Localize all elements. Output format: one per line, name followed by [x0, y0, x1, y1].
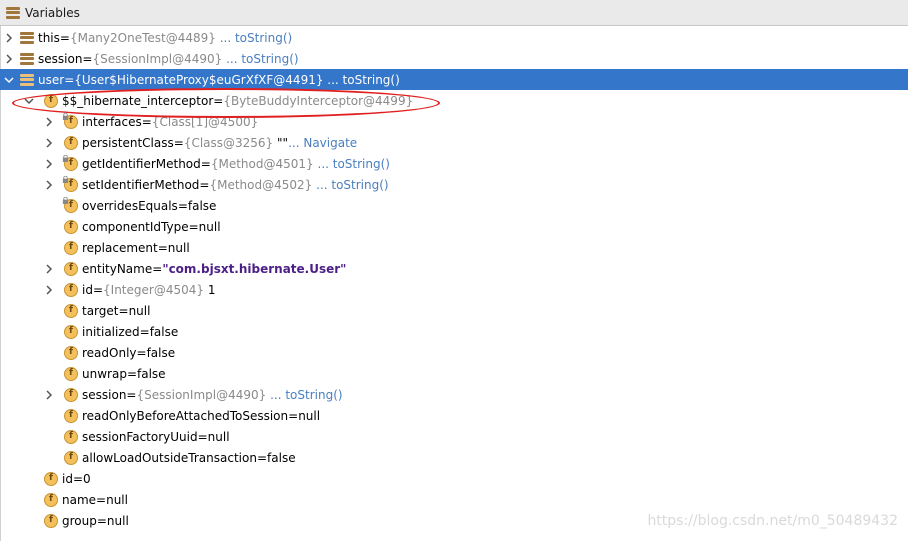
- field-icon: f: [64, 429, 78, 444]
- tostring-link[interactable]: ... toString(): [226, 52, 298, 66]
- lock-icon: [62, 196, 69, 204]
- tree-row-user-name[interactable]: f name = null: [0, 489, 908, 510]
- field-icon: f: [64, 450, 78, 465]
- tostring-link[interactable]: ... toString(): [316, 178, 388, 192]
- expand-arrow-icon[interactable]: [42, 279, 56, 300]
- tree-row-user-id[interactable]: f id = 0: [0, 468, 908, 489]
- watermark: https://blog.csdn.net/m0_50489432: [647, 513, 898, 529]
- tree-row-readonlybeforeattachedtosession[interactable]: f readOnlyBeforeAttachedToSession = null: [0, 405, 908, 426]
- tree-row-replacement[interactable]: f replacement = null: [0, 237, 908, 258]
- expand-arrow-icon[interactable]: [2, 48, 16, 69]
- tree-row-target[interactable]: f target = null: [0, 300, 908, 321]
- field-icon: f: [64, 366, 78, 381]
- field-icon: f: [64, 303, 78, 318]
- field-icon: f: [64, 345, 78, 360]
- variable-icon: [20, 52, 34, 66]
- tree-row-allowloadoutsidetransaction[interactable]: f allowLoadOutsideTransaction = false: [0, 447, 908, 468]
- tree-row-componentidtype[interactable]: f componentIdType = null: [0, 216, 908, 237]
- field-icon: f: [44, 471, 58, 486]
- field-icon: f: [62, 175, 78, 192]
- tree-row-user[interactable]: user = {User$HibernateProxy$euGrXfXF@449…: [0, 69, 908, 90]
- variables-icon: [6, 6, 20, 19]
- tostring-link[interactable]: ... toString(): [318, 157, 390, 171]
- expand-arrow-icon[interactable]: [42, 258, 56, 279]
- string-value: "com.bjsxt.hibernate.User": [162, 261, 347, 276]
- expand-arrow-icon[interactable]: [42, 132, 56, 153]
- collapse-arrow-icon[interactable]: [2, 69, 16, 90]
- field-icon: f: [64, 135, 78, 150]
- variables-panel-header: Variables: [0, 0, 908, 26]
- expand-arrow-icon[interactable]: [2, 27, 16, 48]
- lock-icon: [62, 175, 69, 183]
- var-type: {Many2OneTest@4489}: [69, 30, 216, 45]
- field-icon: f: [64, 219, 78, 234]
- lock-icon: [62, 112, 69, 120]
- field-icon: f: [64, 408, 78, 423]
- tree-row-interfaces[interactable]: f interfaces = {Class[1]@4500}: [0, 111, 908, 132]
- tostring-link[interactable]: ... toString(): [270, 388, 342, 402]
- expand-arrow-icon[interactable]: [42, 384, 56, 405]
- field-icon: f: [44, 492, 58, 507]
- expand-arrow-icon[interactable]: [42, 111, 56, 132]
- tree-row-entityname[interactable]: f entityName = "com.bjsxt.hibernate.User…: [0, 258, 908, 279]
- field-icon: f: [64, 387, 78, 402]
- tree-row-readonly[interactable]: f readOnly = false: [0, 342, 908, 363]
- field-icon: f: [44, 513, 58, 528]
- variable-icon: [20, 73, 34, 87]
- collapse-arrow-icon[interactable]: [22, 90, 36, 111]
- tree-row-sessionfactoryuuid[interactable]: f sessionFactoryUuid = null: [0, 426, 908, 447]
- tree-row-session[interactable]: session = {SessionImpl@4490} ... toStrin…: [0, 48, 908, 69]
- tree-row-setidentifiermethod[interactable]: f setIdentifierMethod = {Method@4502} ..…: [0, 174, 908, 195]
- field-icon: f: [64, 261, 78, 276]
- expand-arrow-icon[interactable]: [42, 174, 56, 195]
- tree-row-getidentifiermethod[interactable]: f getIdentifierMethod = {Method@4501} ..…: [0, 153, 908, 174]
- lock-icon: [62, 154, 69, 162]
- field-icon: f: [62, 112, 78, 129]
- field-icon: f: [62, 196, 78, 213]
- tree-row-unwrap[interactable]: f unwrap = false: [0, 363, 908, 384]
- field-icon: f: [64, 282, 78, 297]
- variable-icon: [20, 31, 34, 45]
- navigate-link[interactable]: ... Navigate: [288, 136, 357, 150]
- tree-row-overridesequals[interactable]: f overridesEquals = false: [0, 195, 908, 216]
- tree-row-id[interactable]: f id = {Integer@4504} 1: [0, 279, 908, 300]
- field-icon: f: [44, 93, 58, 108]
- field-icon: f: [62, 154, 78, 171]
- field-icon: f: [64, 240, 78, 255]
- tostring-link[interactable]: ... toString(): [327, 73, 399, 87]
- tree-row-session-field[interactable]: f session = {SessionImpl@4490} ... toStr…: [0, 384, 908, 405]
- tree-row-persistentclass[interactable]: f persistentClass = {Class@3256} ""... N…: [0, 132, 908, 153]
- expand-arrow-icon[interactable]: [42, 153, 56, 174]
- panel-title: Variables: [25, 5, 80, 20]
- tree-row-this[interactable]: this = {Many2OneTest@4489} ... toString(…: [0, 27, 908, 48]
- tree-row-initialized[interactable]: f initialized = false: [0, 321, 908, 342]
- tostring-link[interactable]: ... toString(): [220, 31, 292, 45]
- var-name: this: [38, 30, 60, 45]
- tree-row-hibernate-interceptor[interactable]: f $$_hibernate_interceptor = {ByteBuddyI…: [0, 90, 908, 111]
- field-icon: f: [64, 324, 78, 339]
